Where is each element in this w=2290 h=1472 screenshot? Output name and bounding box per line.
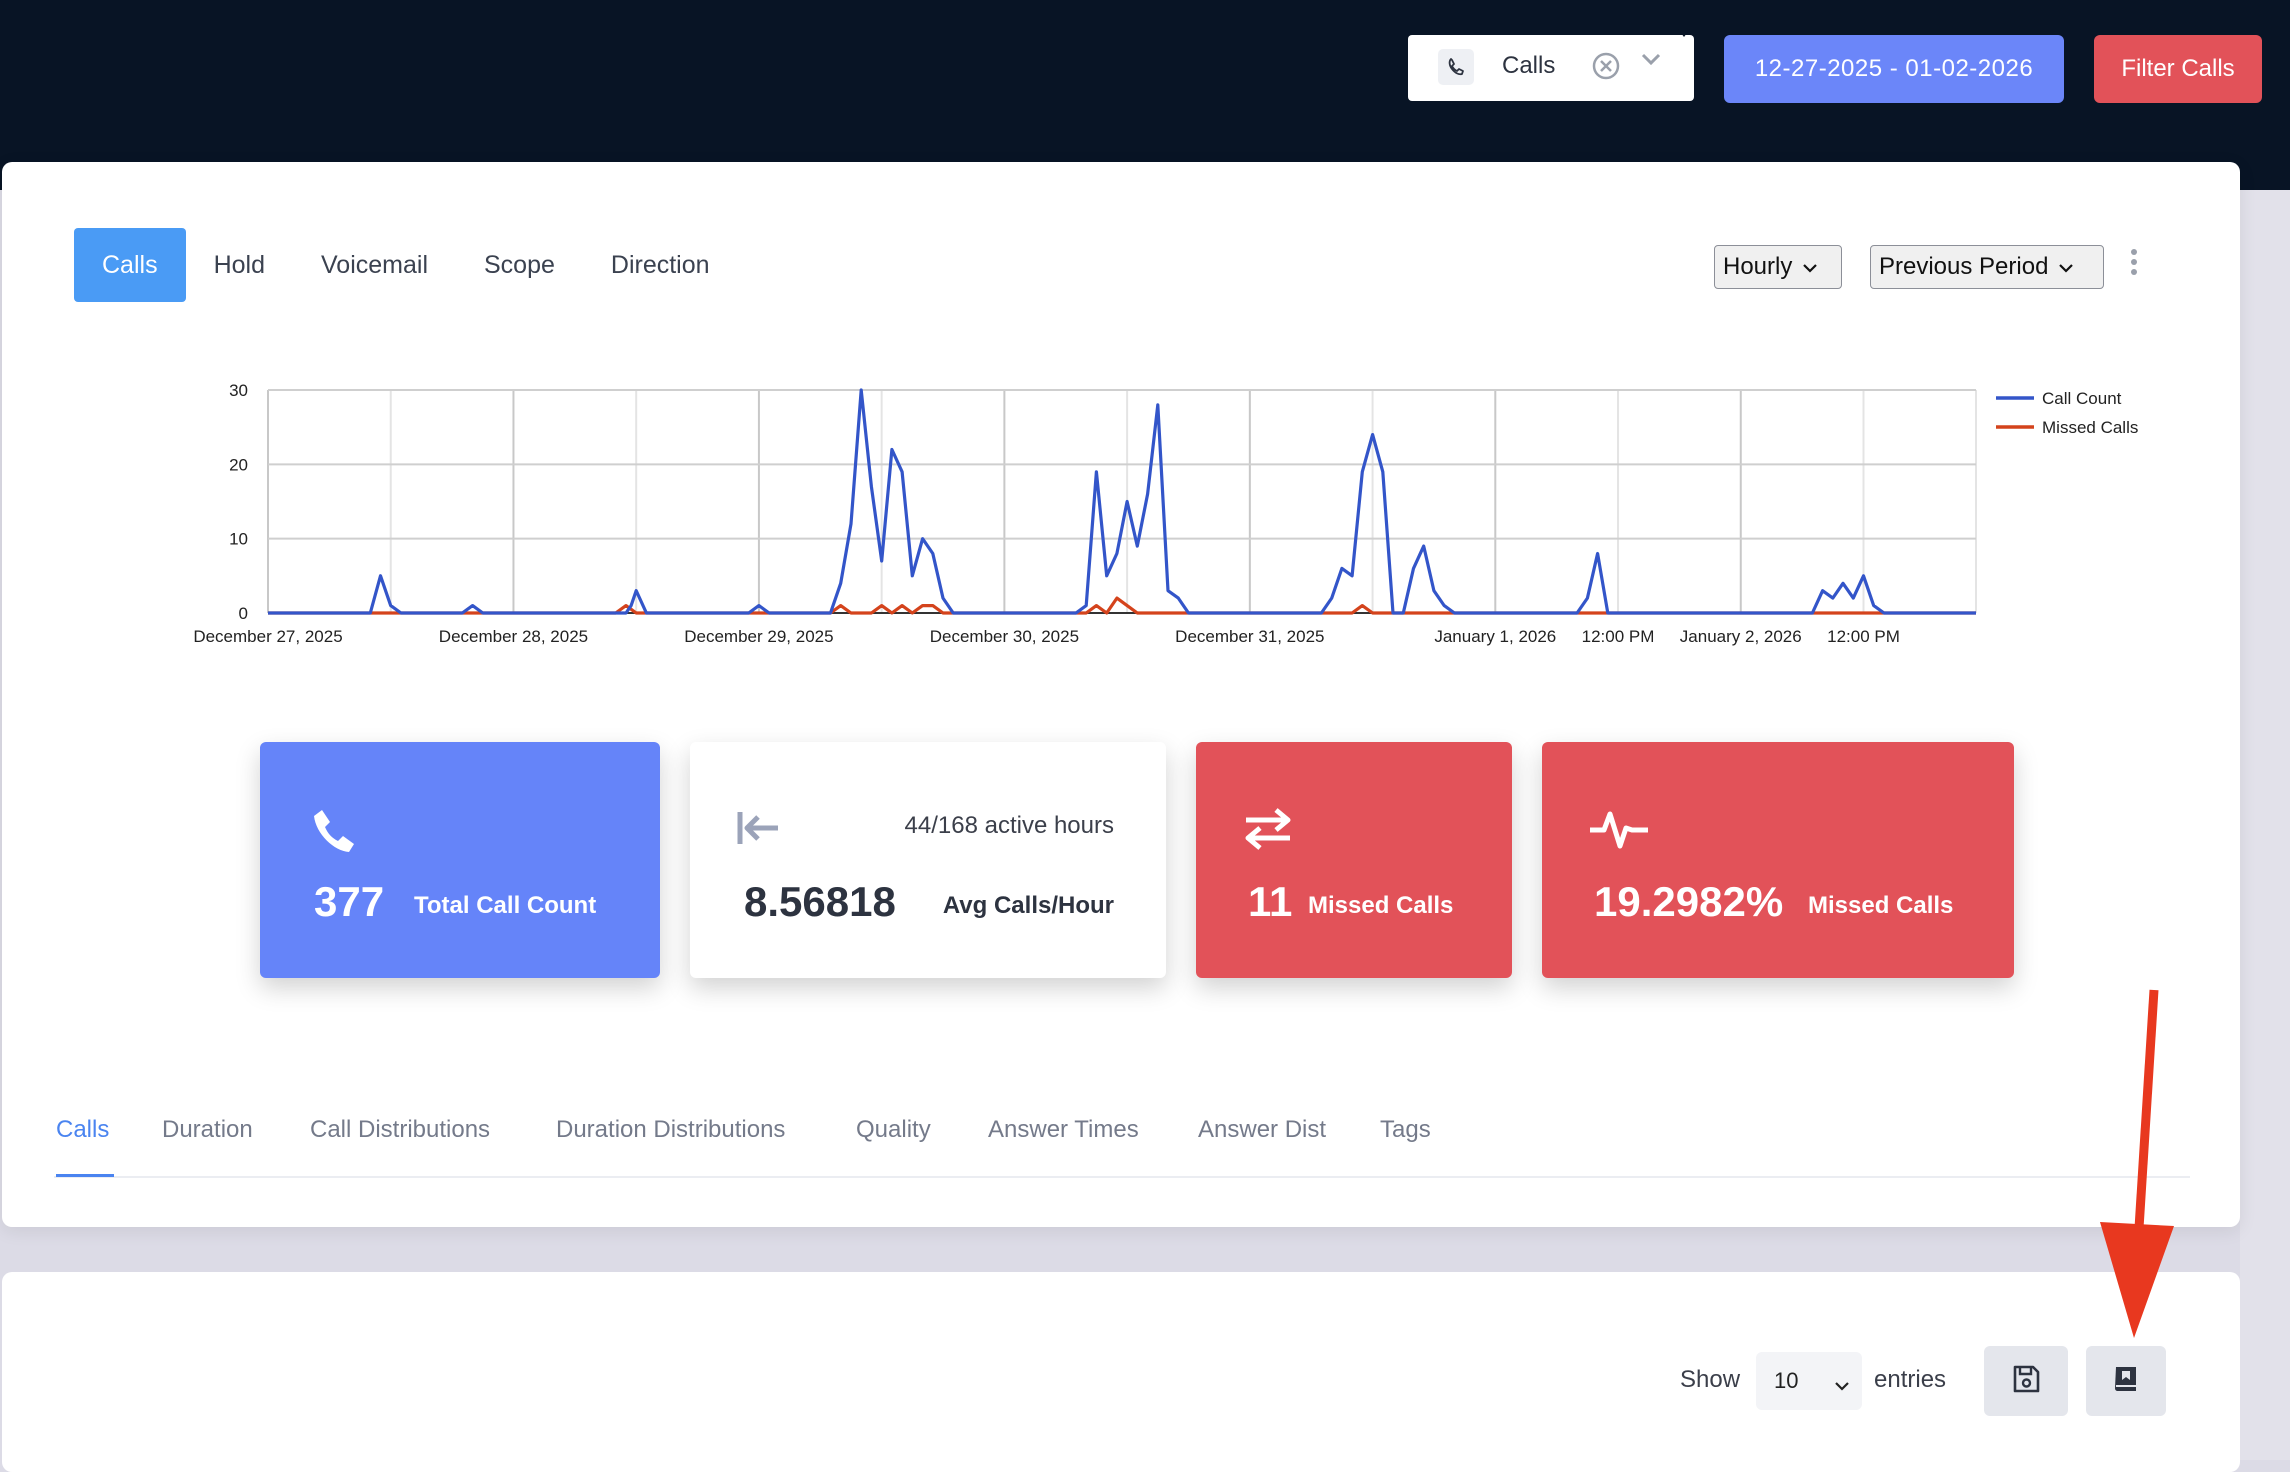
stat-card-missed-percent: 19.2982% Missed Calls (1542, 742, 2014, 978)
chart-horizontal-gridlines (268, 389, 1976, 614)
entries-select[interactable]: 10 (1756, 1352, 1862, 1410)
show-label: Show (1680, 1366, 1741, 1393)
chevron-down-icon[interactable] (1636, 45, 1666, 80)
detail-tab-quality[interactable]: Quality (856, 1116, 931, 1144)
legend-label: Missed Calls (2042, 418, 2138, 437)
detail-tab-duration[interactable]: Duration (162, 1116, 253, 1144)
y-tick-label: 20 (229, 455, 248, 474)
chevron-down-icon (1834, 1372, 1850, 1398)
filter-calls-button[interactable]: Filter Calls (2094, 35, 2262, 103)
report-card: Calls Hold Voicemail Scope Direction Hou… (2, 162, 2240, 1227)
stat-value: 8.56818 (744, 878, 896, 925)
stat-value: 377 (314, 878, 385, 925)
stat-label: Missed Calls (1808, 892, 1954, 919)
chart-y-tick-labels: 0 10 20 30 (229, 381, 248, 623)
x-tick-label: December 28, 2025 (439, 627, 588, 646)
table-card: Show 10 entries (2, 1272, 2240, 1472)
detail-tab-calls[interactable]: Calls (56, 1116, 109, 1144)
stat-label: Missed Calls (1308, 892, 1454, 919)
x-tick-label: December 29, 2025 (684, 627, 833, 646)
exchange-arrows-icon (1242, 806, 1294, 857)
stat-card-avg-calls: 44/168 active hours 8.56818 Avg Calls/Ho… (690, 742, 1166, 978)
stat-label: Avg Calls/Hour (942, 892, 1114, 919)
call-type-label: Calls (1502, 52, 1556, 79)
x-tick-label: January 1, 2026 (1434, 627, 1556, 646)
active-hours-text: 44/168 active hours (904, 812, 1114, 839)
detail-tab-call-distributions[interactable]: Call Distributions (310, 1116, 490, 1144)
detail-tabs: Calls Duration Call Distributions Durati… (54, 1116, 2190, 1178)
detail-tab-tags[interactable]: Tags (1380, 1116, 1431, 1144)
active-tab-underline (56, 1174, 114, 1177)
stat-value: 19.2982% (1594, 878, 1784, 925)
x-tick-label: December 31, 2025 (1175, 627, 1324, 646)
y-tick-label: 10 (229, 530, 248, 549)
chart-legend: Call Count Missed Calls (1996, 389, 2138, 437)
x-tick-label: 12:00 PM (1582, 627, 1655, 646)
detail-tab-answer-dist[interactable]: Answer Dist (1198, 1116, 1326, 1144)
clear-icon[interactable] (1590, 50, 1622, 87)
save-button[interactable] (1984, 1346, 2068, 1416)
legend-label: Call Count (2042, 389, 2122, 408)
bookmark-book-icon (2112, 1364, 2140, 1399)
saved-reports-button[interactable] (2086, 1346, 2166, 1416)
call-type-select[interactable]: Calls (1408, 29, 1694, 101)
floppy-disk-icon (2010, 1363, 2042, 1400)
pulse-icon (1588, 806, 1650, 857)
chart-x-tick-labels: December 27, 2025 December 28, 2025 Decemb… (193, 627, 1900, 646)
chart-series-lines (268, 388, 1976, 615)
stat-label: Total Call Count (414, 892, 597, 919)
y-tick-label: 30 (229, 381, 248, 400)
x-tick-label: January 2, 2026 (1680, 627, 1802, 646)
page-background (2240, 190, 2290, 1460)
call-volume-chart: 0 10 20 30 December 27, 2025 December 28, 20… (193, 381, 2138, 646)
chart-vertical-gridlines (267, 390, 1977, 613)
x-tick-label: 12:00 PM (1827, 627, 1900, 646)
detail-tab-answer-times[interactable]: Answer Times (988, 1116, 1139, 1144)
x-tick-label: December 27, 2025 (193, 627, 342, 646)
y-tick-label: 0 (239, 604, 248, 623)
stat-value: 11 (1248, 878, 1293, 925)
arrow-left-bar-icon (736, 808, 782, 853)
dropdown-corner-caret (1678, 29, 1690, 37)
x-tick-label: December 30, 2025 (930, 627, 1079, 646)
stat-card-missed-calls: 11 Missed Calls (1196, 742, 1512, 978)
series-line-call-count (268, 388, 1976, 615)
phone-icon (1438, 49, 1474, 85)
series-line-missed-calls (268, 596, 1976, 615)
entries-select-value: 10 (1774, 1368, 1799, 1393)
stat-card-total-calls: 377 Total Call Count (260, 742, 660, 978)
date-range-button[interactable]: 12-27-2025 - 01-02-2026 (1724, 35, 2064, 103)
detail-tab-duration-distributions[interactable]: Duration Distributions (556, 1116, 785, 1144)
phone-icon (308, 804, 360, 861)
entries-label: entries (1874, 1366, 1947, 1393)
